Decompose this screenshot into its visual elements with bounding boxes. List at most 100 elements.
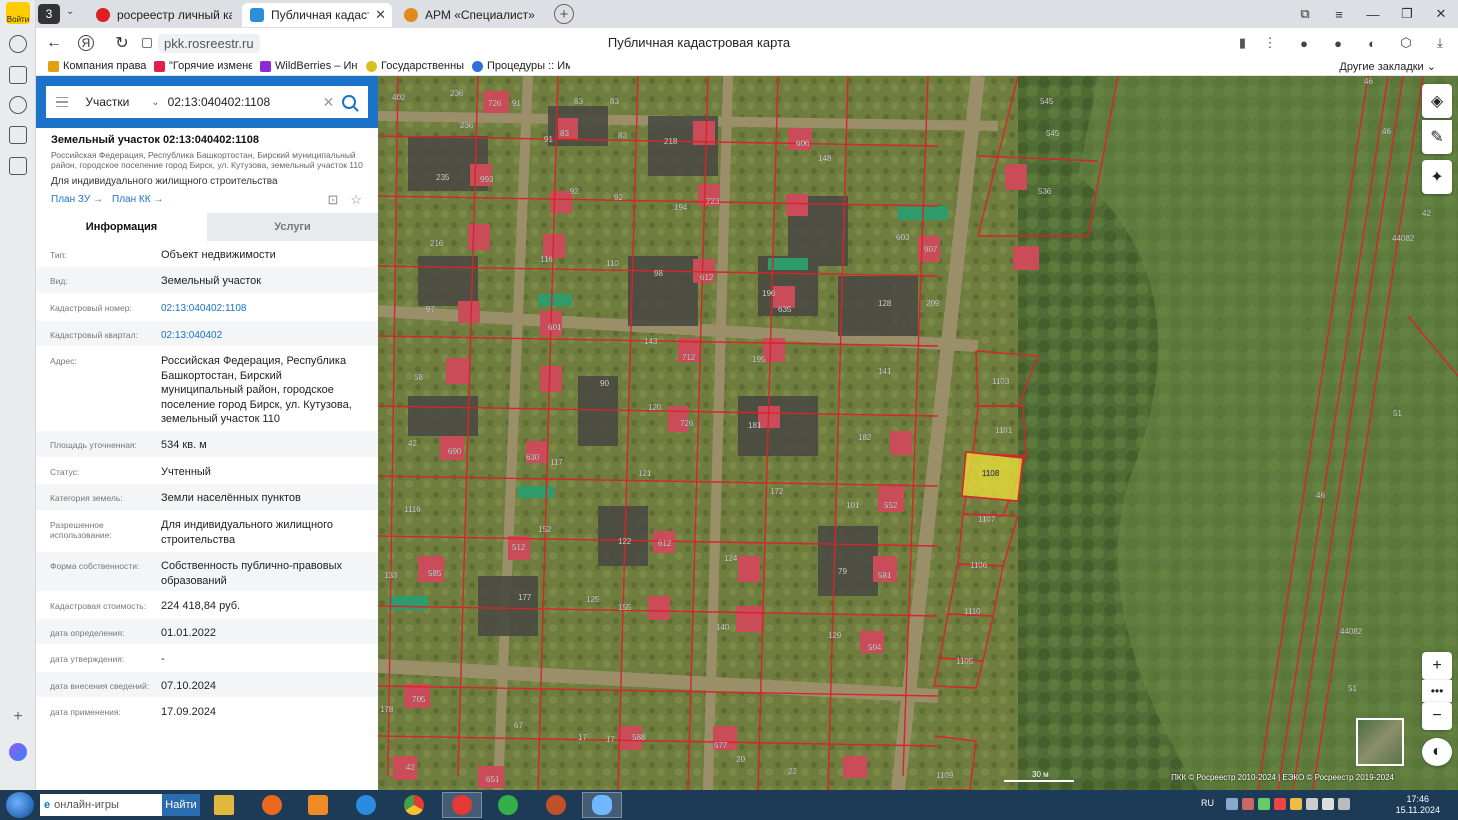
- extensions-icon[interactable]: ⬡: [1396, 33, 1416, 53]
- chrome-icon[interactable]: [394, 792, 434, 818]
- bookmark-favicon-icon: [154, 60, 165, 72]
- bookmark-item[interactable]: "Горячие измене: [154, 60, 252, 72]
- edge-icon[interactable]: [346, 792, 386, 818]
- table-row: Категория земель: Земли населённых пункто…: [36, 484, 378, 511]
- row-value: 534 кв. м: [161, 439, 207, 451]
- tab-count-button[interactable]: 3: [38, 4, 60, 24]
- menu-icon[interactable]: [46, 96, 75, 108]
- cadastral-quarter-link[interactable]: 02:13:040402: [161, 321, 364, 346]
- yandex-browser-icon[interactable]: [442, 792, 482, 818]
- tab-services[interactable]: Услуги: [207, 213, 378, 241]
- minimap[interactable]: [1356, 718, 1404, 766]
- tab-rosreestr-cabinet[interactable]: росреестр личный кабин: [88, 3, 238, 27]
- tab-arm-specialist[interactable]: АРМ «Специалист»: [396, 3, 546, 27]
- reload-icon[interactable]: ↻: [112, 33, 132, 53]
- chevron-down-icon[interactable]: ⌄: [66, 6, 74, 17]
- restore-icon[interactable]: ❐: [1390, 0, 1424, 28]
- row-value: 224 418,84 руб.: [161, 600, 241, 612]
- zoom-in-button[interactable]: +: [1422, 652, 1452, 680]
- tray-icon[interactable]: [1290, 798, 1302, 810]
- menu-icon[interactable]: ≡: [1322, 0, 1356, 28]
- bookmark-item[interactable]: Процедуры :: Им: [472, 60, 570, 72]
- add-panel-icon[interactable]: +: [9, 708, 27, 726]
- network-icon[interactable]: [1306, 798, 1318, 810]
- bookmark-item[interactable]: Компания права: [48, 60, 152, 72]
- language-indicator[interactable]: RU: [1201, 798, 1214, 808]
- camera-icon[interactable]: [9, 157, 27, 175]
- close-window-icon[interactable]: ✕: [1424, 0, 1458, 28]
- layers-icon[interactable]: ◈: [1422, 84, 1452, 118]
- tray-icon[interactable]: [1258, 798, 1270, 810]
- cadastral-number-link[interactable]: 02:13:040402:1108: [161, 294, 364, 320]
- chevron-down-icon[interactable]: ⌄: [151, 97, 159, 108]
- zen-icon[interactable]: [9, 126, 27, 144]
- app-icon[interactable]: [488, 792, 528, 818]
- pin-icon[interactable]: ⧉: [1288, 0, 1322, 28]
- tab-label: росреестр личный кабин: [117, 8, 232, 22]
- clock[interactable]: 17:46 15.11.2024: [1396, 794, 1440, 816]
- volume-icon[interactable]: [1338, 798, 1350, 810]
- alice-icon[interactable]: [9, 743, 27, 761]
- url-field[interactable]: pkk.rosreestr.ru Публичная кадастровая к…: [142, 32, 1256, 54]
- svg-text:216: 216: [430, 239, 444, 248]
- bookmark-item[interactable]: Государственный: [366, 60, 464, 72]
- zoom-out-button[interactable]: −: [1422, 702, 1452, 730]
- plan-kk-link[interactable]: План КК →: [112, 194, 163, 205]
- start-button[interactable]: [6, 792, 34, 818]
- zoom-to-object-icon[interactable]: ⊡: [327, 192, 338, 208]
- locate-icon[interactable]: ✦: [1422, 160, 1452, 194]
- search-type-select[interactable]: Участки: [85, 95, 151, 109]
- taskbar-search-input[interactable]: e онлайн-игры: [40, 794, 162, 816]
- tray-icon[interactable]: [1226, 798, 1238, 810]
- video-icon[interactable]: [9, 96, 27, 114]
- bookmark-label: Государственный: [381, 60, 464, 72]
- search-input[interactable]: [167, 95, 323, 109]
- star-icon[interactable]: ☆: [350, 192, 362, 208]
- row-value: Российская Федерация, Республика Башкорт…: [161, 355, 352, 425]
- bookmark-icon[interactable]: ▮: [1239, 35, 1246, 51]
- more-icon[interactable]: ⋮: [1260, 33, 1280, 53]
- tab-pkk[interactable]: Публичная кадастрова ✕: [242, 3, 392, 27]
- extension-icon[interactable]: ●: [1294, 33, 1314, 53]
- collections-icon[interactable]: [9, 66, 27, 84]
- back-icon[interactable]: ←: [44, 33, 64, 53]
- svg-text:235: 235: [436, 173, 450, 182]
- search-icon[interactable]: [342, 95, 356, 109]
- taskbar-find-button[interactable]: Найти: [162, 794, 200, 816]
- wb-icon: [260, 60, 271, 72]
- tab-label: Публичная кадастрова: [271, 8, 369, 22]
- yandex-icon[interactable]: Я: [78, 35, 94, 51]
- other-bookmarks[interactable]: Другие закладки ⌄: [1339, 60, 1436, 73]
- svg-text:117: 117: [550, 458, 563, 467]
- new-tab-button[interactable]: +: [554, 4, 574, 24]
- svg-text:120: 120: [648, 403, 662, 412]
- svg-text:141: 141: [878, 367, 892, 376]
- explorer-icon[interactable]: [204, 792, 244, 818]
- tray-icon[interactable]: [1274, 798, 1286, 810]
- app-icon[interactable]: [536, 792, 576, 818]
- extension-icon[interactable]: ◐: [1362, 33, 1382, 53]
- download-icon[interactable]: ⤓: [1430, 33, 1450, 53]
- ruler-icon[interactable]: ✎: [1422, 120, 1452, 154]
- tray-icon[interactable]: [1242, 798, 1254, 810]
- extension-icon[interactable]: ●: [1328, 33, 1348, 53]
- history-icon[interactable]: [9, 35, 27, 53]
- login-button[interactable]: Войти: [6, 2, 30, 24]
- object-address: Российская Федерация, Республика Башкорт…: [51, 150, 363, 170]
- more-zoom-icon[interactable]: •••: [1422, 680, 1452, 702]
- clear-icon[interactable]: ✕: [323, 94, 335, 111]
- flag-icon[interactable]: [1322, 798, 1334, 810]
- pkk-favicon-icon: [250, 8, 264, 22]
- close-icon[interactable]: ✕: [375, 7, 386, 23]
- media-player-icon[interactable]: [298, 792, 338, 818]
- cadastral-map[interactable]: 402 236 726 91 83 83 236 91 83 83 218 606 148 545 5…: [378, 76, 1458, 790]
- minimize-icon[interactable]: —: [1356, 0, 1390, 28]
- tab-info[interactable]: Информация: [36, 213, 207, 241]
- svg-text:155: 155: [618, 603, 632, 612]
- compass-icon[interactable]: ◐: [1422, 738, 1452, 766]
- bookmark-item[interactable]: WildBerries – Инте: [260, 60, 358, 72]
- firefox-icon[interactable]: [252, 792, 292, 818]
- bookmarks-bar: Компания права "Горячие измене WildBerri…: [36, 58, 1458, 76]
- plan-zu-link[interactable]: План ЗУ →: [51, 194, 103, 205]
- app-icon[interactable]: [582, 792, 622, 818]
